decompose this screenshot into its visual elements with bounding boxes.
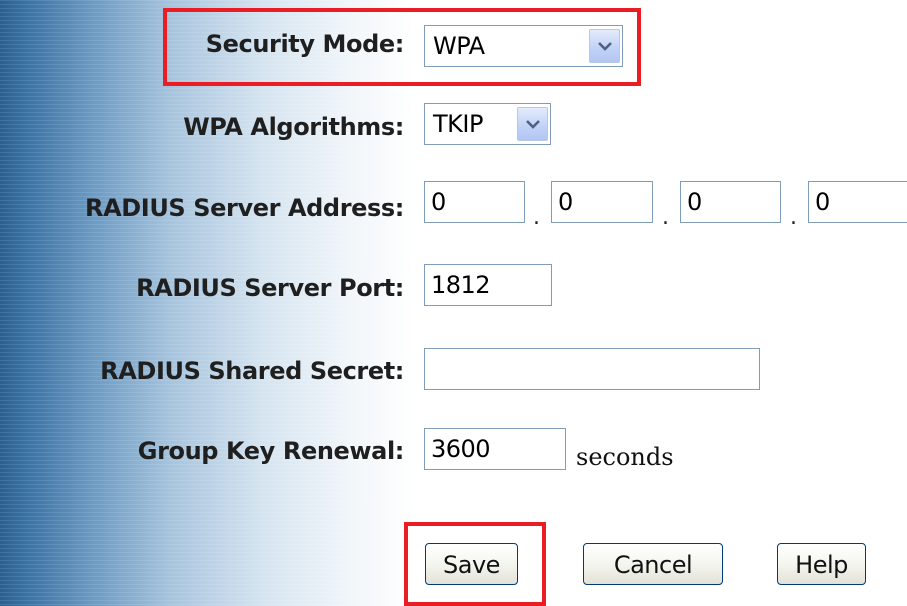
radius-server-port-field[interactable]	[424, 264, 552, 306]
chevron-down-icon	[598, 42, 612, 51]
wpa-algorithms-dropdown-button[interactable]	[517, 107, 548, 141]
save-button[interactable]: Save	[425, 543, 518, 585]
security-mode-value: WPA	[433, 32, 485, 60]
group-key-renewal-field[interactable]	[424, 428, 566, 470]
wpa-algorithms-value: TKIP	[433, 110, 483, 138]
security-mode-label: Security Mode:	[205, 30, 405, 58]
wpa-algorithms-label: WPA Algorithms:	[183, 113, 404, 141]
help-button[interactable]: Help	[777, 543, 866, 585]
seconds-unit-label: seconds	[576, 443, 674, 471]
wpa-algorithms-select[interactable]: TKIP	[424, 103, 551, 145]
sidebar-gradient-background	[0, 0, 420, 606]
security-mode-select[interactable]: WPA	[424, 25, 623, 67]
cancel-button[interactable]: Cancel	[583, 543, 723, 585]
radius-server-address-label: RADIUS Server Address:	[85, 194, 404, 222]
radius-shared-secret-field[interactable]	[424, 348, 760, 390]
radius-ip-octet-1[interactable]	[424, 181, 525, 223]
radius-server-port-label: RADIUS Server Port:	[136, 274, 404, 302]
ip-separator-dot: .	[533, 205, 540, 230]
group-key-renewal-label: Group Key Renewal:	[137, 437, 405, 465]
ip-separator-dot: .	[662, 205, 669, 230]
radius-ip-octet-2[interactable]	[551, 181, 653, 223]
security-mode-dropdown-button[interactable]	[589, 29, 620, 63]
radius-ip-octet-3[interactable]	[680, 181, 781, 223]
chevron-down-icon	[526, 120, 540, 129]
radius-ip-octet-4[interactable]	[808, 181, 907, 223]
ip-separator-dot: .	[790, 205, 797, 230]
radius-shared-secret-label: RADIUS Shared Secret:	[100, 357, 404, 385]
